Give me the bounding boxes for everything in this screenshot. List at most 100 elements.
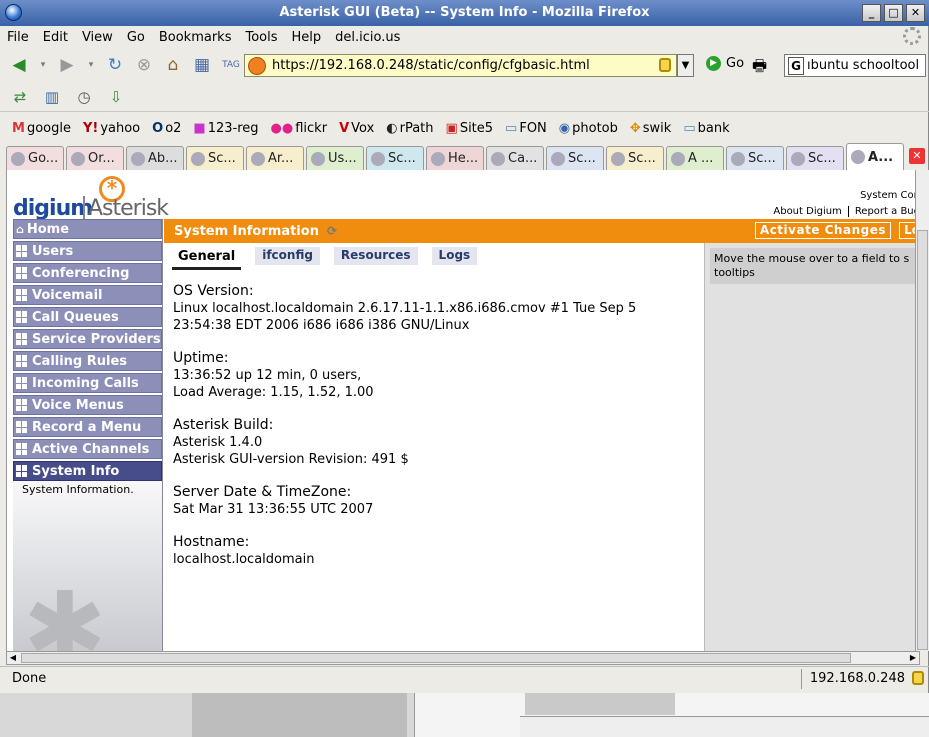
bookmark-vox[interactable]: V Vox — [339, 121, 374, 136]
menu-bookmarks[interactable]: Bookmarks — [159, 30, 232, 45]
bookmark-favicon-icon: ■ — [193, 120, 206, 136]
digium-asterisk-logo[interactable]: * digium Asterisk — [13, 176, 173, 221]
browser-tab[interactable]: Sc... — [786, 146, 844, 170]
bookmark-label: yahoo — [100, 120, 141, 136]
forward-dropdown-icon[interactable]: ▾ — [85, 54, 97, 76]
browser-tab[interactable]: Ab... — [126, 146, 184, 170]
tab-label: Sc... — [208, 151, 236, 166]
home-icon[interactable]: ⌂ — [162, 54, 184, 76]
tab-logs[interactable]: Logs — [431, 247, 478, 265]
secure-lock-icon[interactable] — [659, 58, 671, 72]
bookmark-123-reg[interactable]: ■ 123-reg — [193, 121, 258, 136]
search-text[interactable]: ıbuntu schooltool — [807, 58, 919, 73]
browser-tab[interactable]: He... — [426, 146, 484, 170]
logo-asterisk-text: Asterisk — [83, 196, 169, 221]
sidebar-item-users[interactable]: Users — [13, 241, 162, 261]
bookmark-photob[interactable]: ◉ photob — [559, 121, 618, 136]
tag-icon[interactable]: TAG — [220, 54, 242, 76]
browser-tab[interactable]: Sc... — [606, 146, 664, 170]
download-icon[interactable]: ⇩ — [106, 87, 126, 107]
tab-general[interactable]: General — [172, 247, 242, 270]
sidebar-item-active-channels[interactable]: Active Channels — [13, 439, 162, 459]
back-dropdown-icon[interactable]: ▾ — [37, 54, 49, 76]
forward-icon[interactable]: ▶ — [56, 54, 78, 76]
tab-ifconfig[interactable]: ifconfig — [255, 247, 320, 265]
url-text[interactable]: https://192.168.0.248/static/config/cfgb… — [272, 58, 590, 73]
bookmark-flickr[interactable]: ●● flickr — [271, 121, 328, 136]
minimize-button[interactable]: _ — [862, 4, 881, 22]
url-dropdown-button[interactable]: ▼ — [677, 54, 694, 77]
browser-tab[interactable]: A... — [846, 143, 904, 170]
browser-tab[interactable]: Ar... — [246, 146, 304, 170]
browser-tab[interactable]: Us... — [306, 146, 364, 170]
menu-go[interactable]: Go — [127, 30, 145, 45]
status-lock-icon[interactable] — [912, 671, 924, 685]
browser-tab[interactable]: Sc... — [546, 146, 604, 170]
menu-file[interactable]: File — [7, 30, 29, 45]
report-bug-link[interactable]: Report a Bug — [855, 206, 920, 217]
sidebar-item-call-queues[interactable]: Call Queues — [13, 307, 162, 327]
stop-icon[interactable]: ⊗ — [133, 54, 155, 76]
activate-changes-button[interactable]: Activate Changes — [754, 222, 891, 239]
scroll-right-icon[interactable]: ▶ — [907, 652, 919, 664]
url-bar[interactable]: https://192.168.0.248/static/config/cfgb… — [244, 54, 677, 77]
bookmark-label: google — [26, 120, 71, 136]
tab-resources[interactable]: Resources — [333, 247, 418, 265]
bookmark-fon[interactable]: ▭ FON — [505, 121, 547, 136]
new-tab-icon[interactable]: ⇄ — [10, 87, 30, 107]
google-search-engine-icon[interactable]: G — [788, 56, 804, 75]
bookmark-google[interactable]: Mgoogle — [12, 121, 71, 136]
sidebar-item-voice-menus[interactable]: Voice Menus — [13, 395, 162, 415]
browser-tab[interactable]: Sc... — [366, 146, 424, 170]
menu-help[interactable]: Help — [292, 30, 322, 45]
bookmark-o2[interactable]: Oo2 — [152, 121, 181, 136]
bookmark-favicon-icon: Y! — [82, 120, 99, 136]
scroll-left-icon[interactable]: ◀ — [7, 652, 19, 664]
about-digium-link[interactable]: About Digium — [773, 206, 841, 217]
go-button[interactable]: ▶ Go — [706, 56, 744, 71]
menu-delicious[interactable]: del.icio.us — [335, 30, 400, 45]
maximize-button[interactable]: □ — [884, 4, 903, 22]
scroll-thumb[interactable] — [21, 653, 851, 663]
sidebar-item-voicemail[interactable]: Voicemail — [13, 285, 162, 305]
sidebar-item-service-providers[interactable]: Service Providers — [13, 329, 162, 349]
reload-icon[interactable]: ↻ — [104, 54, 126, 76]
browser-tab[interactable]: Sc... — [726, 146, 784, 170]
os-version-value-cont: 23:54:38 EDT 2006 i686 i686 i386 GNU/Lin… — [173, 318, 470, 333]
sidebar-item-calling-rules[interactable]: Calling Rules — [13, 351, 162, 371]
tab-favicon-icon — [671, 151, 685, 166]
bookmark-site5[interactable]: ▣ Site5 — [446, 121, 494, 136]
bookmarks-sidebar-icon[interactable]: ▥ — [42, 87, 62, 107]
sidebar-item-system-info[interactable]: System Info — [13, 461, 162, 481]
browser-tab[interactable]: Go... — [6, 146, 64, 170]
sidebar-subitem-system-information[interactable]: System Information. — [13, 483, 162, 499]
logo-digium-text: digium — [13, 196, 93, 221]
menu-tools[interactable]: Tools — [245, 30, 277, 45]
browser-tab[interactable]: A ... — [666, 146, 724, 170]
sidebar-item-incoming-calls[interactable]: Incoming Calls — [13, 373, 162, 393]
close-tab-icon[interactable]: ✕ — [909, 148, 925, 164]
bookmark-page-icon[interactable]: ▦ — [191, 54, 213, 76]
bookmark-swik[interactable]: ✥ swik — [630, 121, 671, 136]
system-con-link[interactable]: System Con — [773, 188, 920, 204]
sidebar-item-record-a-menu[interactable]: Record a Menu — [13, 417, 162, 437]
sidebar-item-conferencing[interactable]: Conferencing — [13, 263, 162, 283]
refresh-icon[interactable]: ⟳ — [327, 224, 337, 238]
back-icon[interactable]: ◀ — [8, 54, 30, 76]
menu-edit[interactable]: Edit — [43, 30, 68, 45]
browser-tab[interactable]: Ca... — [486, 146, 544, 170]
close-window-button[interactable]: ✕ — [906, 4, 925, 22]
bookmark-yahoo[interactable]: Y! yahoo — [83, 121, 140, 136]
menu-view[interactable]: View — [82, 30, 113, 45]
print-icon[interactable]: 🖶 — [752, 55, 767, 82]
history-icon[interactable]: ◷ — [74, 87, 94, 107]
search-box[interactable]: G ıbuntu schooltool — [784, 54, 926, 77]
horizontal-scrollbar[interactable]: ◀ ▶ — [6, 651, 920, 665]
browser-tab[interactable]: Sc... — [186, 146, 244, 170]
vertical-scrollbar[interactable] — [915, 170, 929, 651]
browser-tab[interactable]: Or... — [66, 146, 124, 170]
tooltip-panel: Move the mouse over to a field to s tool… — [704, 243, 920, 651]
bookmark-rpath[interactable]: ◐ rPath — [386, 121, 433, 136]
bookmark-bank[interactable]: ▭ bank — [683, 121, 729, 136]
sidebar-item-home[interactable]: ⌂ Home — [13, 219, 162, 239]
